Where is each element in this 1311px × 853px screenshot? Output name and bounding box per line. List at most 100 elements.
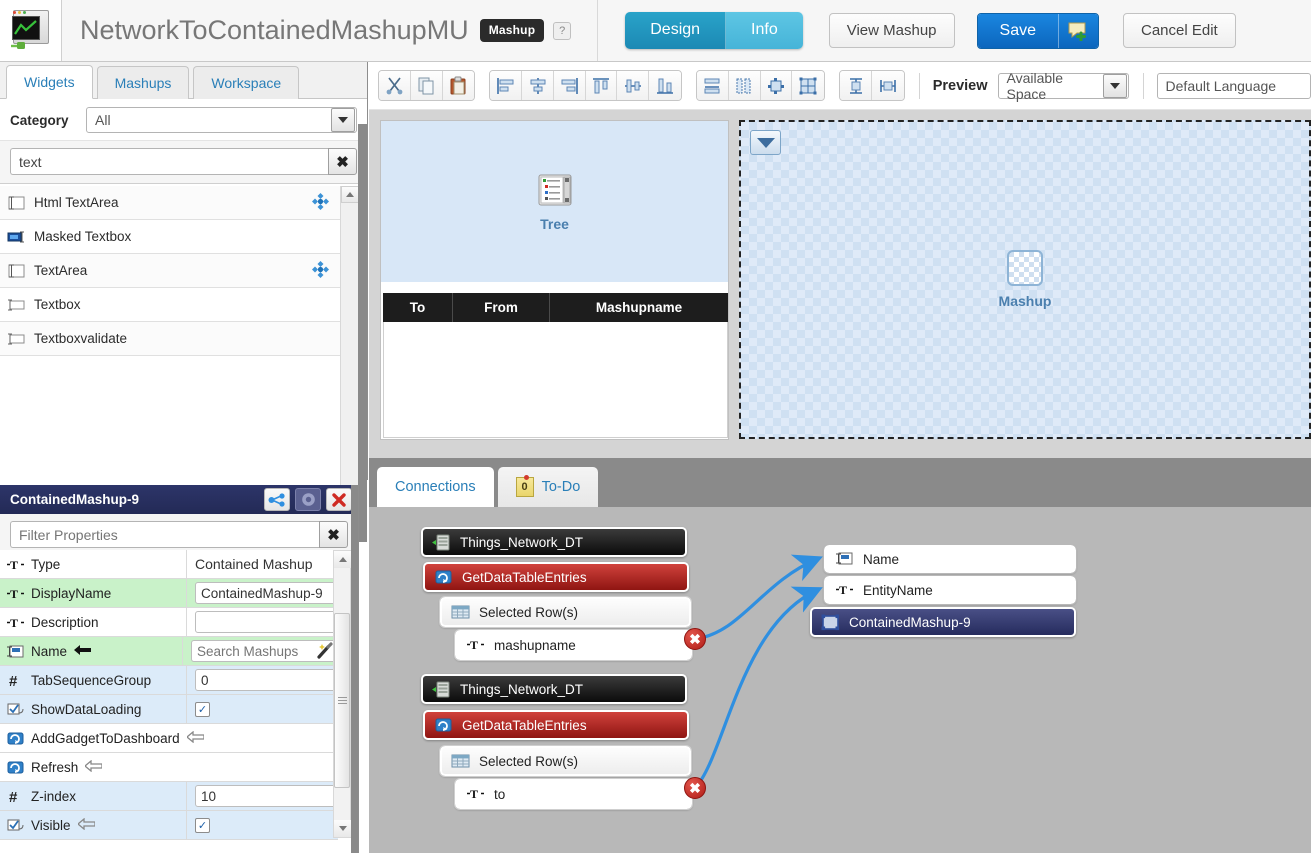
tab-todo[interactable]: 0 To-Do (497, 467, 599, 507)
chevron-down-icon[interactable] (331, 108, 355, 132)
table-row[interactable]: AddGadgetToDashboard (0, 724, 338, 753)
property-value-cell[interactable] (183, 640, 338, 662)
source-output-node[interactable]: Selected Row(s) (439, 596, 692, 628)
mashup-canvas[interactable]: Tree To From Mashupname Mashup (369, 110, 1311, 458)
drag-handle-icon[interactable] (312, 260, 329, 281)
grid-column-header[interactable]: Mashupname (550, 293, 728, 322)
preview-size-select[interactable]: Available Space (997, 70, 1129, 102)
layout-container-left[interactable]: Tree To From Mashupname (380, 120, 729, 440)
language-select[interactable]: Default Language (1156, 72, 1311, 99)
cancel-edit-button[interactable]: Cancel Edit (1122, 13, 1236, 48)
tab-widgets[interactable]: Widgets (6, 65, 93, 99)
same-height-icon[interactable] (840, 71, 872, 100)
fit-to-content-icon[interactable] (760, 71, 793, 100)
widget-list-scrollbar[interactable] (340, 186, 359, 528)
name-search-input[interactable] (191, 640, 313, 662)
remove-binding-icon[interactable]: ✖ (684, 777, 706, 799)
properties-scroll-thumb[interactable] (334, 613, 350, 788)
comment-add-icon[interactable] (1057, 13, 1098, 48)
clear-filter-icon[interactable]: ✖ (319, 521, 348, 548)
copy-icon[interactable] (410, 71, 443, 100)
scroll-up-icon[interactable] (341, 186, 359, 203)
align-left-icon[interactable] (490, 71, 523, 100)
property-value-cell[interactable] (187, 582, 338, 604)
scroll-up-icon[interactable] (334, 551, 352, 568)
grid-column-header[interactable]: From (453, 293, 550, 322)
distribute-v-icon[interactable] (728, 71, 761, 100)
align-right-icon[interactable] (553, 71, 586, 100)
caret-down-icon[interactable] (750, 130, 781, 155)
close-x-icon[interactable] (326, 488, 352, 511)
table-row[interactable]: T Type Contained Mashup (0, 550, 338, 579)
target-property-node[interactable]: Name (823, 544, 1077, 574)
property-value-cell[interactable] (187, 669, 338, 691)
grid-column-header[interactable]: To (383, 293, 453, 322)
source-entity-node[interactable]: Things_Network_DT (421, 674, 687, 704)
align-bottom-icon[interactable] (649, 71, 681, 100)
distribute-h-icon[interactable] (697, 71, 729, 100)
table-row[interactable]: Visible ✓ (0, 811, 338, 840)
clear-search-icon[interactable]: ✖ (328, 148, 357, 175)
target-widget-node[interactable]: ContainedMashup-9 (810, 607, 1076, 637)
tree-widget[interactable]: Tree (381, 121, 728, 283)
property-value-cell[interactable]: ✓ (187, 701, 338, 717)
table-row[interactable]: Name (0, 637, 338, 666)
list-item[interactable]: Textbox (0, 288, 341, 322)
widget-search-input[interactable] (10, 148, 328, 175)
table-row[interactable]: Refresh (0, 753, 338, 782)
list-item[interactable]: Html TextArea (0, 186, 341, 220)
scroll-down-icon[interactable] (334, 820, 352, 837)
showdataloading-checkbox[interactable]: ✓ (195, 701, 210, 717)
filter-properties-input[interactable] (10, 521, 319, 548)
source-field-node[interactable]: T to (454, 778, 693, 810)
table-row[interactable]: T DisplayName (0, 579, 338, 608)
target-property-node[interactable]: T EntityName (823, 575, 1077, 605)
grid-widget[interactable]: To From Mashupname (383, 293, 728, 439)
table-row[interactable]: ShowDataLoading ✓ (0, 695, 338, 724)
source-service-node[interactable]: GetDataTableEntries (423, 710, 689, 740)
description-input[interactable] (195, 611, 338, 633)
tab-design[interactable]: Design (625, 12, 727, 49)
save-button-group[interactable]: Save (976, 12, 1099, 49)
view-mashup-button[interactable]: View Mashup (828, 13, 955, 48)
displayname-input[interactable] (195, 582, 338, 604)
cut-icon[interactable] (379, 71, 411, 100)
category-select[interactable]: All (86, 107, 357, 133)
align-center-h-icon[interactable] (522, 71, 554, 100)
left-panel-edge-scroll[interactable] (358, 124, 367, 542)
source-entity-node[interactable]: Things_Network_DT (421, 527, 687, 557)
gear-icon[interactable] (295, 488, 321, 511)
grid-layout-icon[interactable] (792, 71, 825, 100)
visible-checkbox[interactable]: ✓ (195, 817, 210, 833)
tabsequencegroup-input[interactable] (195, 669, 338, 691)
bindings-icon[interactable] (264, 488, 290, 511)
tab-mashups[interactable]: Mashups (96, 66, 190, 99)
source-output-node[interactable]: Selected Row(s) (439, 745, 692, 777)
tab-workspace[interactable]: Workspace (193, 66, 300, 99)
drag-handle-icon[interactable] (312, 192, 329, 213)
list-item[interactable]: Textboxvalidate (0, 322, 341, 356)
source-service-node[interactable]: GetDataTableEntries (423, 562, 689, 592)
contained-mashup-container[interactable]: Mashup (739, 120, 1311, 439)
save-button[interactable]: Save (977, 13, 1058, 48)
chevron-down-icon[interactable] (1102, 73, 1127, 98)
remove-binding-icon[interactable]: ✖ (684, 628, 706, 650)
table-row[interactable]: T Description (0, 608, 338, 637)
connections-canvas[interactable]: Things_Network_DT GetDataTableEntries Se… (369, 507, 1311, 853)
properties-scrollbar[interactable] (333, 550, 352, 838)
same-width-icon[interactable] (871, 71, 904, 100)
list-item[interactable]: Masked Textbox (0, 220, 341, 254)
tab-info[interactable]: Info (726, 12, 803, 49)
zindex-input[interactable] (195, 785, 338, 807)
properties-edge-scroll[interactable] (351, 485, 358, 853)
list-item[interactable]: TextArea (0, 254, 341, 288)
widget-list[interactable]: Html TextArea Masked Textbox TextArea Te… (0, 186, 341, 536)
align-top-icon[interactable] (585, 71, 618, 100)
align-middle-v-icon[interactable] (617, 71, 650, 100)
property-value-cell[interactable] (187, 785, 338, 807)
property-value-cell[interactable] (187, 611, 338, 633)
table-row[interactable]: # Z-index (0, 782, 338, 811)
paste-icon[interactable] (442, 71, 475, 100)
source-field-node[interactable]: T mashupname (454, 629, 693, 661)
help-icon[interactable]: ? (553, 21, 572, 40)
